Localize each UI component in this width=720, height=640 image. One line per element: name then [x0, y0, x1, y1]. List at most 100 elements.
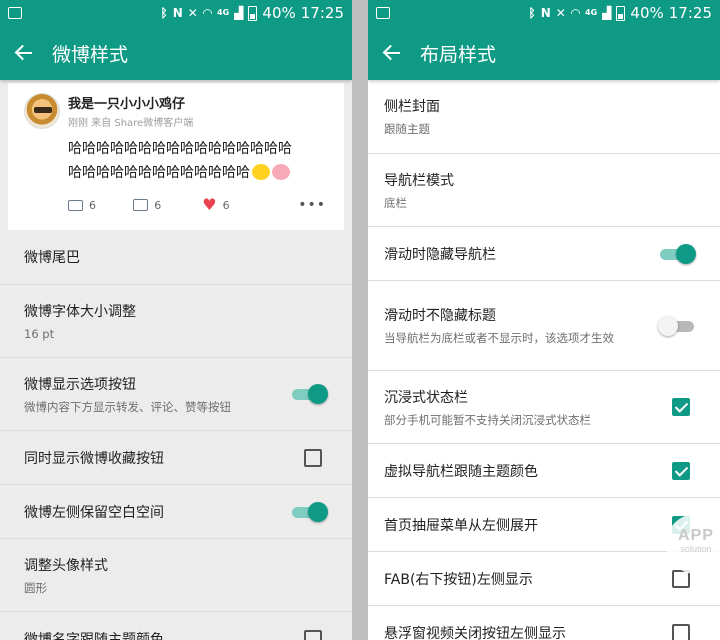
setting-value: 圆形 — [24, 580, 47, 595]
mute-icon: ✕ — [187, 6, 198, 20]
weibo-style-screen: ᛒ N ✕ ◠ 4G ▟ 40% 17:25 微博样式 我是一只小小小鸡仔 刚刚… — [0, 0, 352, 640]
bluetooth-icon: ᛒ — [528, 6, 536, 20]
battery-percent: 40% — [630, 4, 664, 22]
nfc-icon: N — [540, 6, 551, 20]
network-type-label: 4G — [217, 8, 230, 17]
show-favorite-checkbox[interactable] — [304, 448, 322, 467]
settings-list: 侧栏封面 跟随主题 导航栏模式 底栏 滑动时隐藏导航栏 滑动时不隐藏标题 当导航… — [368, 80, 720, 640]
clock: 17:25 — [668, 4, 712, 22]
name-theme-color-checkbox[interactable] — [304, 629, 322, 640]
back-arrow-icon[interactable] — [382, 43, 402, 63]
nfc-icon: N — [172, 6, 183, 20]
preview-text-line-2: 哈哈哈哈哈哈哈哈哈哈哈哈哈 — [68, 161, 330, 185]
setting-title: 微博尾巴 — [24, 250, 80, 266]
preview-text: 哈哈哈哈哈哈哈哈哈哈哈哈哈哈哈哈 哈哈哈哈哈哈哈哈哈哈哈哈哈 — [68, 137, 330, 185]
setting-title: 微博显示选项按钮 — [24, 376, 136, 393]
hide-navbar-switch[interactable] — [658, 243, 696, 265]
setting-description: 部分手机可能暂不支持关闭沉浸式状态栏 — [384, 412, 591, 427]
battery-icon — [248, 5, 258, 21]
chick-emoji-icon — [252, 164, 270, 180]
toolbar: 微博样式 — [0, 26, 352, 80]
setting-title: 微博名字跟随主题颜色 — [24, 631, 164, 640]
battery-percent: 40% — [262, 4, 296, 22]
setting-title: FAB(右下按钮)左侧显示 — [384, 571, 533, 588]
setting-title: 侧栏封面 — [384, 99, 440, 115]
preview-text-line: 哈哈哈哈哈哈哈哈哈哈哈哈哈哈哈哈 — [68, 141, 292, 157]
setting-title: 导航栏模式 — [384, 172, 454, 189]
bluetooth-icon: ᛒ — [160, 6, 168, 20]
wifi-icon: ◠ — [570, 6, 581, 20]
mute-icon: ✕ — [555, 6, 566, 20]
setting-title: 悬浮窗视频关闭按钮左侧显示 — [384, 625, 566, 640]
settings-list: 微博尾巴 微博字体大小调整 16 pt 微博显示选项按钮 微博内容下方显示转发、… — [0, 230, 352, 640]
like-button[interactable]: ♥ 6 — [202, 197, 298, 213]
setting-row-immersive-statusbar[interactable]: 沉浸式状态栏 部分手机可能暂不支持关闭沉浸式状态栏 — [368, 371, 720, 444]
setting-row-avatar-style[interactable]: 调整头像样式 圆形 — [0, 539, 352, 612]
floating-video-close-left-checkbox[interactable] — [672, 623, 690, 640]
setting-row-navbar-mode[interactable]: 导航栏模式 底栏 — [368, 154, 720, 227]
setting-row-font-size[interactable]: 微博字体大小调整 16 pt — [0, 285, 352, 358]
pig-emoji-icon — [272, 164, 290, 180]
immersive-statusbar-checkbox[interactable] — [672, 398, 690, 416]
setting-row-show-option-buttons[interactable]: 微博显示选项按钮 微博内容下方显示转发、评论、赞等按钮 — [0, 358, 352, 431]
comment-icon — [133, 199, 149, 211]
setting-description: 当导航栏为底栏或者不显示时，该选项才生效 — [384, 331, 614, 345]
setting-value: 跟随主题 — [384, 122, 430, 136]
repost-count: 6 — [89, 198, 96, 212]
page-title: 微博样式 — [52, 43, 129, 66]
setting-row-fab-left[interactable]: FAB(右下按钮)左侧显示 — [368, 552, 720, 606]
virtual-navbar-theme-checkbox[interactable] — [672, 461, 690, 480]
watermark-line: APP — [678, 527, 714, 544]
setting-title: 沉浸式状态栏 — [384, 389, 468, 406]
keep-title-switch[interactable] — [658, 315, 696, 337]
option-buttons-switch[interactable] — [290, 383, 328, 405]
setting-row-keep-title-on-scroll[interactable]: 滑动时不隐藏标题 当导航栏为底栏或者不显示时，该选项才生效 — [368, 281, 720, 371]
screens-container: ᛒ N ✕ ◠ 4G ▟ 40% 17:25 微博样式 我是一只小小小鸡仔 刚刚… — [0, 0, 720, 640]
setting-title: 微博左侧保留空白空间 — [24, 504, 164, 521]
preview-text-line: 哈哈哈哈哈哈哈哈哈哈哈哈哈 — [68, 165, 250, 181]
setting-title: 滑动时不隐藏标题 — [384, 308, 496, 324]
setting-title: 同时显示微博收藏按钮 — [24, 450, 164, 467]
screenshot-notification-icon — [8, 7, 22, 19]
setting-row-hide-navbar-on-scroll[interactable]: 滑动时隐藏导航栏 — [368, 227, 720, 281]
preview-actions: 6 6 ♥ 6 ••• — [68, 197, 330, 213]
setting-title: 滑动时隐藏导航栏 — [384, 246, 496, 263]
heart-icon: ♥ — [202, 195, 217, 214]
comment-button[interactable]: 6 — [133, 199, 202, 212]
left-space-switch[interactable] — [290, 501, 328, 523]
battery-icon — [616, 5, 626, 21]
setting-row-weibo-tail[interactable]: 微博尾巴 — [0, 230, 352, 285]
setting-value: 底栏 — [384, 195, 407, 210]
setting-row-left-space[interactable]: 微博左侧保留空白空间 — [0, 485, 352, 539]
preview-user-name: 我是一只小小小鸡仔 — [68, 97, 186, 112]
like-count: 6 — [222, 198, 230, 212]
setting-row-floating-video-close-left[interactable]: 悬浮窗视频关闭按钮左侧显示 — [368, 606, 720, 640]
app-solution-watermark: APP solution — [666, 514, 720, 574]
setting-title: 虚拟导航栏跟随主题颜色 — [384, 463, 538, 480]
status-bar: ᛒ N ✕ ◠ 4G ▟ 40% 17:25 — [0, 0, 352, 26]
avatar — [24, 93, 60, 129]
setting-title: 首页抽屉菜单从左侧展开 — [384, 517, 538, 534]
preview-meta: 刚刚 来自 Share微博客户端 — [68, 118, 194, 129]
setting-value: 16 pt — [24, 326, 55, 341]
setting-row-name-theme-color[interactable]: 微博名字跟随主题颜色 — [0, 612, 352, 640]
back-arrow-icon[interactable] — [14, 43, 34, 63]
setting-row-virtual-navbar-theme[interactable]: 虚拟导航栏跟随主题颜色 — [368, 444, 720, 498]
setting-title: 调整头像样式 — [24, 557, 108, 574]
comment-count: 6 — [154, 198, 162, 212]
setting-title: 微博字体大小调整 — [24, 303, 136, 320]
wifi-icon: ◠ — [202, 6, 213, 20]
more-options-icon[interactable]: ••• — [298, 198, 326, 212]
setting-description: 微博内容下方显示转发、评论、赞等按钮 — [24, 399, 231, 414]
signal-icon: ▟ — [602, 6, 612, 20]
setting-row-show-favorite[interactable]: 同时显示微博收藏按钮 — [0, 431, 352, 485]
setting-row-sidebar-cover[interactable]: 侧栏封面 跟随主题 — [368, 80, 720, 154]
network-type-label: 4G — [585, 8, 598, 17]
weibo-preview-card: 我是一只小小小鸡仔 刚刚 来自 Share微博客户端 哈哈哈哈哈哈哈哈哈哈哈哈哈… — [8, 83, 344, 230]
signal-icon: ▟ — [234, 6, 244, 20]
repost-icon — [68, 199, 83, 211]
status-bar: ᛒ N ✕ ◠ 4G ▟ 40% 17:25 — [368, 0, 720, 26]
toolbar: 布局样式 — [368, 26, 720, 80]
watermark-line: solution — [680, 544, 712, 554]
repost-button[interactable]: 6 — [68, 199, 133, 212]
